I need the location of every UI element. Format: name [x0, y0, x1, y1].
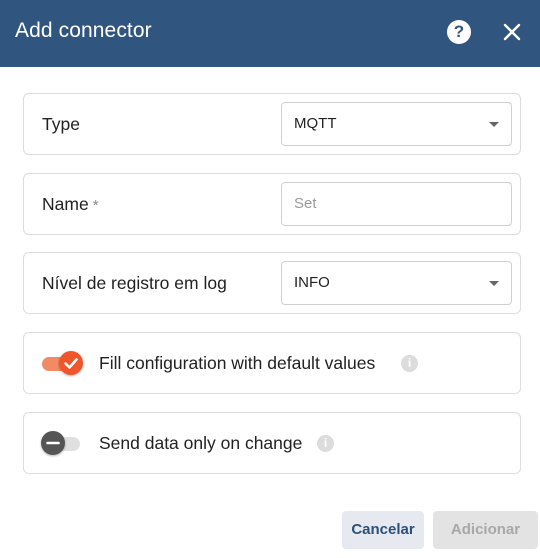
info-icon[interactable]: i [317, 435, 334, 452]
close-icon[interactable] [500, 20, 524, 44]
info-icon[interactable]: i [401, 355, 418, 372]
fill-defaults-toggle[interactable] [59, 351, 83, 375]
cancel-button[interactable]: Cancelar [342, 511, 424, 549]
type-select[interactable]: MQTT [281, 102, 512, 146]
type-label: Type [42, 114, 80, 134]
name-input-placeholder: Set [294, 195, 317, 212]
add-button[interactable]: Adicionar [433, 511, 538, 549]
send-on-change-label: Send data only on change [99, 433, 303, 453]
type-row: Type MQTT [23, 93, 521, 155]
chevron-down-icon [489, 281, 499, 286]
log-level-row: Nível de registro em log INFO [23, 252, 521, 314]
log-level-select-value: INFO [294, 274, 330, 291]
log-level-label: Nível de registro em log [42, 273, 227, 293]
send-on-change-toggle[interactable] [41, 431, 65, 455]
name-label: Name * [42, 194, 99, 215]
dialog-title: Add connector [15, 19, 152, 42]
help-icon[interactable]: ? [447, 20, 471, 44]
chevron-down-icon [489, 122, 499, 127]
log-level-select[interactable]: INFO [281, 261, 512, 305]
send-on-change-row: Send data only on change i [23, 412, 521, 474]
name-row: Name * Set [23, 173, 521, 235]
name-label-text: Name [42, 194, 89, 214]
check-icon [64, 358, 78, 369]
fill-defaults-label: Fill configuration with default values [99, 353, 376, 373]
name-input[interactable]: Set [281, 182, 512, 226]
type-select-value: MQTT [294, 115, 337, 132]
minus-icon [46, 441, 60, 445]
dialog-header: Add connector ? [0, 0, 540, 67]
fill-defaults-row: Fill configuration with default values i [23, 332, 521, 394]
required-marker: * [92, 197, 99, 214]
